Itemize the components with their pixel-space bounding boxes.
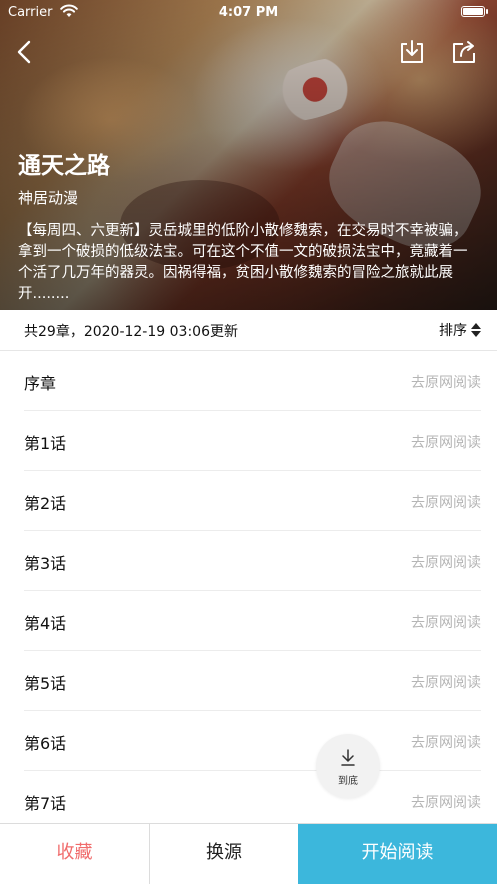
chapter-row[interactable]: 第7话 去原网阅读 [24,771,481,831]
sort-label: 排序 [439,323,467,339]
chapter-info-bar: 共29章，2020-12-19 03:06更新 排序 [0,310,497,351]
comic-description: 【每周四、六更新】灵岳城里的低阶小散修魏索，在交易时不幸被骗，拿到一个破损的低级… [18,223,468,302]
change-source-button[interactable]: 换源 [150,824,298,884]
read-original-link[interactable]: 去原网阅读 [411,552,481,572]
comic-title: 通天之路 [18,153,110,179]
favorite-button[interactable]: 收藏 [0,824,150,884]
comic-author: 神居动漫 [18,189,79,207]
share-icon[interactable] [450,38,478,66]
back-chevron-icon[interactable] [12,38,40,66]
scroll-to-bottom-label: 到底 [338,776,358,787]
chapter-count-label: 共29章，2020-12-19 03:06更新 [24,324,238,340]
chapter-name: 第7话 [24,794,67,813]
chapter-row[interactable]: 第1话 去原网阅读 [24,411,481,471]
sort-arrows-icon [471,323,481,337]
read-original-link[interactable]: 去原网阅读 [411,792,481,812]
chapter-name: 第2话 [24,494,67,513]
read-original-link[interactable]: 去原网阅读 [411,732,481,752]
chapter-name: 第4话 [24,614,67,633]
chapter-row[interactable]: 第2话 去原网阅读 [24,471,481,531]
chapter-row[interactable]: 第5话 去原网阅读 [24,651,481,711]
chapter-name: 序章 [24,374,57,393]
chapter-name: 第5话 [24,674,67,693]
download-icon[interactable] [398,38,426,66]
status-bar: Carrier 4:07 PM [0,0,497,26]
cover-banner: Carrier 4:07 PM 通天之路 神居动漫 【每周四、六更新】灵岳城里的… [0,0,497,310]
sort-button[interactable]: 排序 [439,320,481,340]
chapter-row[interactable]: 第4话 去原网阅读 [24,591,481,651]
read-original-link[interactable]: 去原网阅读 [411,492,481,512]
read-original-link[interactable]: 去原网阅读 [411,432,481,452]
read-original-link[interactable]: 去原网阅读 [411,372,481,392]
chapter-name: 第3话 [24,554,67,573]
arrow-down-to-line-icon [341,749,355,766]
chapter-row[interactable]: 第3话 去原网阅读 [24,531,481,591]
read-original-link[interactable]: 去原网阅读 [411,612,481,632]
clock: 4:07 PM [218,5,279,20]
bottom-action-bar: 收藏 换源 开始阅读 [0,823,497,884]
read-original-link[interactable]: 去原网阅读 [411,672,481,692]
battery-icon [461,6,485,17]
start-reading-button[interactable]: 开始阅读 [298,824,497,884]
chapter-name: 第1话 [24,434,67,453]
chapter-row[interactable]: 第6话 去原网阅读 [24,711,481,771]
battery-tip [486,9,488,14]
chapter-name: 第6话 [24,734,67,753]
chapter-row[interactable]: 序章 去原网阅读 [24,351,481,411]
scroll-to-bottom-button[interactable]: 到底 [316,734,380,798]
chapter-list: 序章 去原网阅读 第1话 去原网阅读 第2话 去原网阅读 第3话 去原网阅读 第… [0,351,497,831]
